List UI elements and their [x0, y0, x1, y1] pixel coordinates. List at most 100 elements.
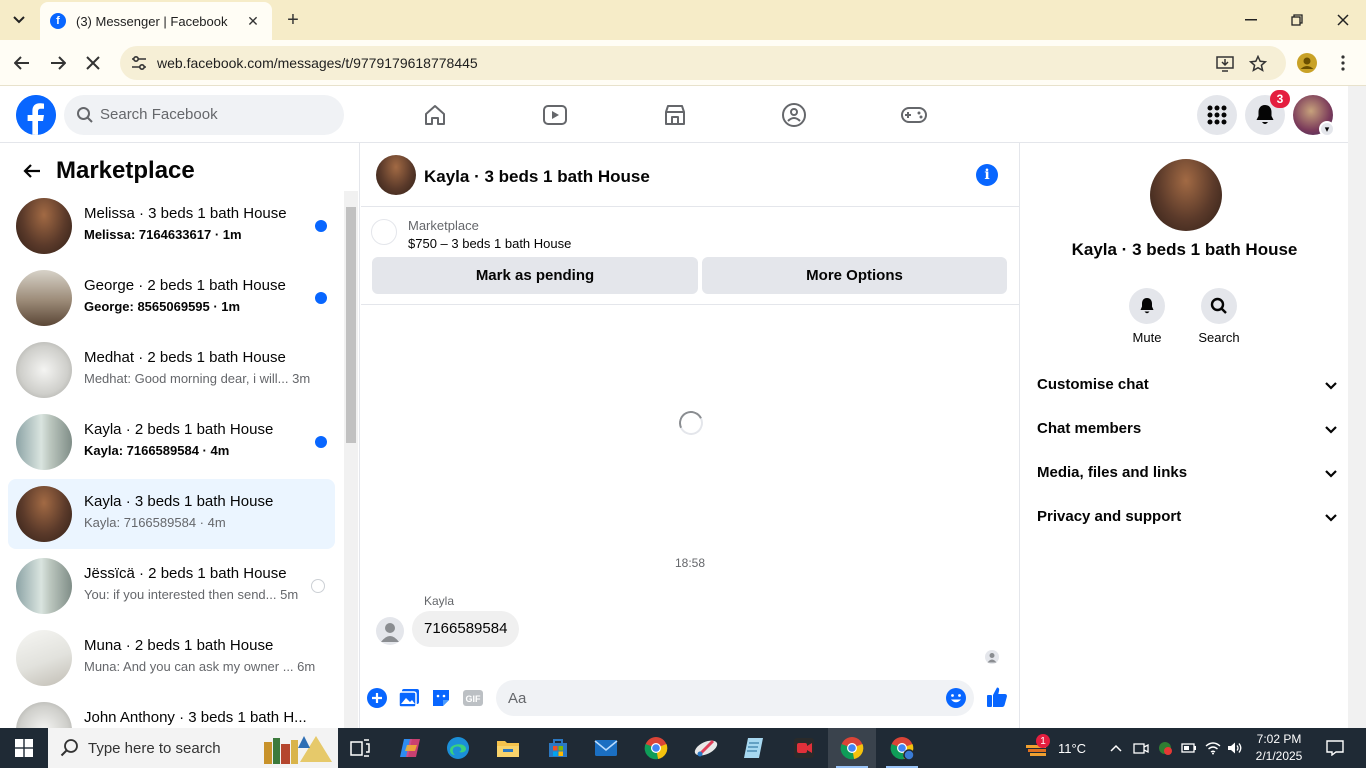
- new-tab-icon[interactable]: +: [282, 9, 304, 31]
- chat-avatar[interactable]: [376, 155, 416, 195]
- conversation-thumbnail: [16, 198, 72, 254]
- gif-icon[interactable]: GIF: [462, 687, 484, 709]
- gaming-icon[interactable]: [893, 94, 935, 136]
- copilot-icon[interactable]: [386, 728, 434, 768]
- show-hidden-icons-icon[interactable]: [1106, 728, 1126, 768]
- media-files-links-section[interactable]: Media, files and links: [1028, 451, 1341, 495]
- install-app-icon[interactable]: [1214, 53, 1236, 75]
- add-plus-icon[interactable]: [366, 687, 388, 709]
- like-thumbs-up-icon[interactable]: [985, 685, 1009, 709]
- battery-icon[interactable]: [1178, 728, 1200, 768]
- browser-tab-active[interactable]: f (3) Messenger | Facebook ✕: [40, 2, 272, 40]
- home-icon[interactable]: [414, 94, 456, 136]
- address-bar[interactable]: web.facebook.com/messages/t/977917961877…: [120, 46, 1286, 80]
- chat-title[interactable]: Kayla · 3 beds 1 bath House: [424, 167, 650, 187]
- attach-photo-icon[interactable]: [398, 687, 420, 709]
- app-tray-icon[interactable]: [1154, 728, 1176, 768]
- search-icon: [1201, 288, 1237, 324]
- message-bubble[interactable]: 7166589584: [412, 611, 520, 647]
- message-input[interactable]: Aa: [496, 680, 974, 716]
- tab-search-chevron-icon[interactable]: [6, 8, 32, 32]
- taskbar-search-placeholder: Type here to search: [88, 740, 221, 757]
- taskbar-search-box[interactable]: Type here to search: [48, 728, 338, 768]
- weather-icon[interactable]: 1: [1020, 728, 1054, 768]
- page-scrollbar[interactable]: [1348, 86, 1366, 728]
- conversation-preview: You: if you interested then send... 5m: [84, 587, 299, 602]
- close-window-icon[interactable]: [1320, 0, 1366, 40]
- more-options-button[interactable]: More Options: [702, 257, 1007, 294]
- search-in-conversation-button[interactable]: Search: [1189, 288, 1249, 345]
- info-icon[interactable]: i: [976, 164, 998, 186]
- weather-temperature[interactable]: 11°C: [1054, 728, 1090, 768]
- conversation-item[interactable]: Jëssïcä · 2 beds 1 bath House You: if yo…: [8, 551, 335, 621]
- file-explorer-icon[interactable]: [484, 728, 532, 768]
- site-info-icon[interactable]: [130, 54, 148, 72]
- notepad-icon[interactable]: [730, 728, 778, 768]
- forward-icon[interactable]: [45, 50, 71, 76]
- listing-thumbnail[interactable]: [371, 219, 397, 245]
- restore-icon[interactable]: [1274, 0, 1320, 40]
- bookmark-star-icon[interactable]: [1247, 53, 1269, 75]
- contact-avatar[interactable]: [1150, 159, 1222, 231]
- wifi-icon[interactable]: [1202, 728, 1224, 768]
- edge-browser-icon[interactable]: [434, 728, 482, 768]
- close-tab-icon[interactable]: ✕: [244, 12, 262, 30]
- facebook-logo-icon[interactable]: [16, 95, 56, 135]
- browser-menu-icon[interactable]: [1330, 50, 1356, 76]
- chrome-icon[interactable]: [632, 728, 680, 768]
- conversation-list-scrollbar[interactable]: [344, 191, 358, 728]
- profile-icon[interactable]: [1294, 50, 1320, 76]
- conversation-name: Kayla · 3 beds 1 bath House: [84, 493, 274, 510]
- customise-chat-section[interactable]: Customise chat: [1028, 363, 1341, 407]
- back-arrow-icon[interactable]: [20, 159, 44, 183]
- browser-tab-bar: f (3) Messenger | Facebook ✕ +: [0, 0, 1366, 40]
- groups-icon[interactable]: [773, 94, 815, 136]
- account-avatar[interactable]: ▾: [1293, 95, 1335, 137]
- scrollbar-thumb[interactable]: [346, 207, 356, 443]
- facebook-top-nav: Search Facebook 3 ▾: [0, 86, 1348, 143]
- emoji-icon[interactable]: [945, 687, 967, 709]
- video-icon[interactable]: [534, 94, 576, 136]
- volume-icon[interactable]: [1224, 728, 1246, 768]
- conversation-item[interactable]: John Anthony · 3 beds 1 bath H...: [8, 695, 335, 728]
- windows-start-icon[interactable]: [0, 728, 48, 768]
- conversation-item-selected[interactable]: Kayla · 3 beds 1 bath House Kayla: 71665…: [8, 479, 335, 549]
- task-view-icon[interactable]: [336, 728, 384, 768]
- sticker-icon[interactable]: [430, 687, 452, 709]
- listing-price[interactable]: $750 – 3 beds 1 bath House: [408, 236, 571, 251]
- chat-members-section[interactable]: Chat members: [1028, 407, 1341, 451]
- conversation-thumbnail: [16, 702, 72, 728]
- seen-avatar-icon: [985, 650, 999, 664]
- microsoft-store-icon[interactable]: [534, 728, 582, 768]
- sender-avatar-icon[interactable]: [376, 617, 404, 645]
- chrome-profile-2-icon[interactable]: [878, 728, 926, 768]
- minimize-icon[interactable]: [1228, 0, 1274, 40]
- conversation-item[interactable]: Melissa · 3 beds 1 bath House Melissa: 7…: [8, 191, 335, 261]
- back-icon[interactable]: [9, 50, 35, 76]
- chat-panel: Kayla · 3 beds 1 bath House i Marketplac…: [361, 143, 1019, 728]
- snipping-tool-icon[interactable]: [682, 728, 730, 768]
- mute-label: Mute: [1132, 330, 1162, 345]
- privacy-support-section[interactable]: Privacy and support: [1028, 495, 1341, 539]
- facebook-search-input[interactable]: Search Facebook: [64, 95, 344, 135]
- contact-name: Kayla · 3 beds 1 bath House: [1071, 240, 1298, 259]
- mark-as-pending-button[interactable]: Mark as pending: [372, 257, 698, 294]
- conversation-preview: Muna: And you can ask my owner ... 6m: [84, 659, 316, 674]
- conversation-item[interactable]: Kayla · 2 beds 1 bath House Kayla: 71665…: [8, 407, 335, 477]
- conversation-item[interactable]: Muna · 2 beds 1 bath House Muna: And you…: [8, 623, 335, 693]
- mute-button[interactable]: Mute: [1117, 288, 1177, 345]
- unread-dot-icon: [315, 292, 327, 304]
- system-clock[interactable]: 7:02 PM 2/1/2025: [1244, 731, 1314, 765]
- conversation-item[interactable]: Medhat · 2 beds 1 bath House Medhat: Goo…: [8, 335, 335, 405]
- notification-center-icon[interactable]: [1318, 728, 1352, 768]
- chrome-profile-icon[interactable]: [828, 728, 876, 768]
- marketplace-icon[interactable]: [654, 94, 696, 136]
- menu-grid-icon[interactable]: [1197, 95, 1237, 135]
- meet-now-icon[interactable]: [1130, 728, 1152, 768]
- tab-title: (3) Messenger | Facebook: [76, 13, 228, 29]
- stop-loading-icon[interactable]: [80, 50, 106, 76]
- mail-icon[interactable]: [582, 728, 630, 768]
- conversation-item[interactable]: George · 2 beds 1 bath House George: 856…: [8, 263, 335, 333]
- video-recorder-icon[interactable]: [780, 728, 828, 768]
- conversation-preview: Kayla: 7166589584 · 4m: [84, 443, 230, 458]
